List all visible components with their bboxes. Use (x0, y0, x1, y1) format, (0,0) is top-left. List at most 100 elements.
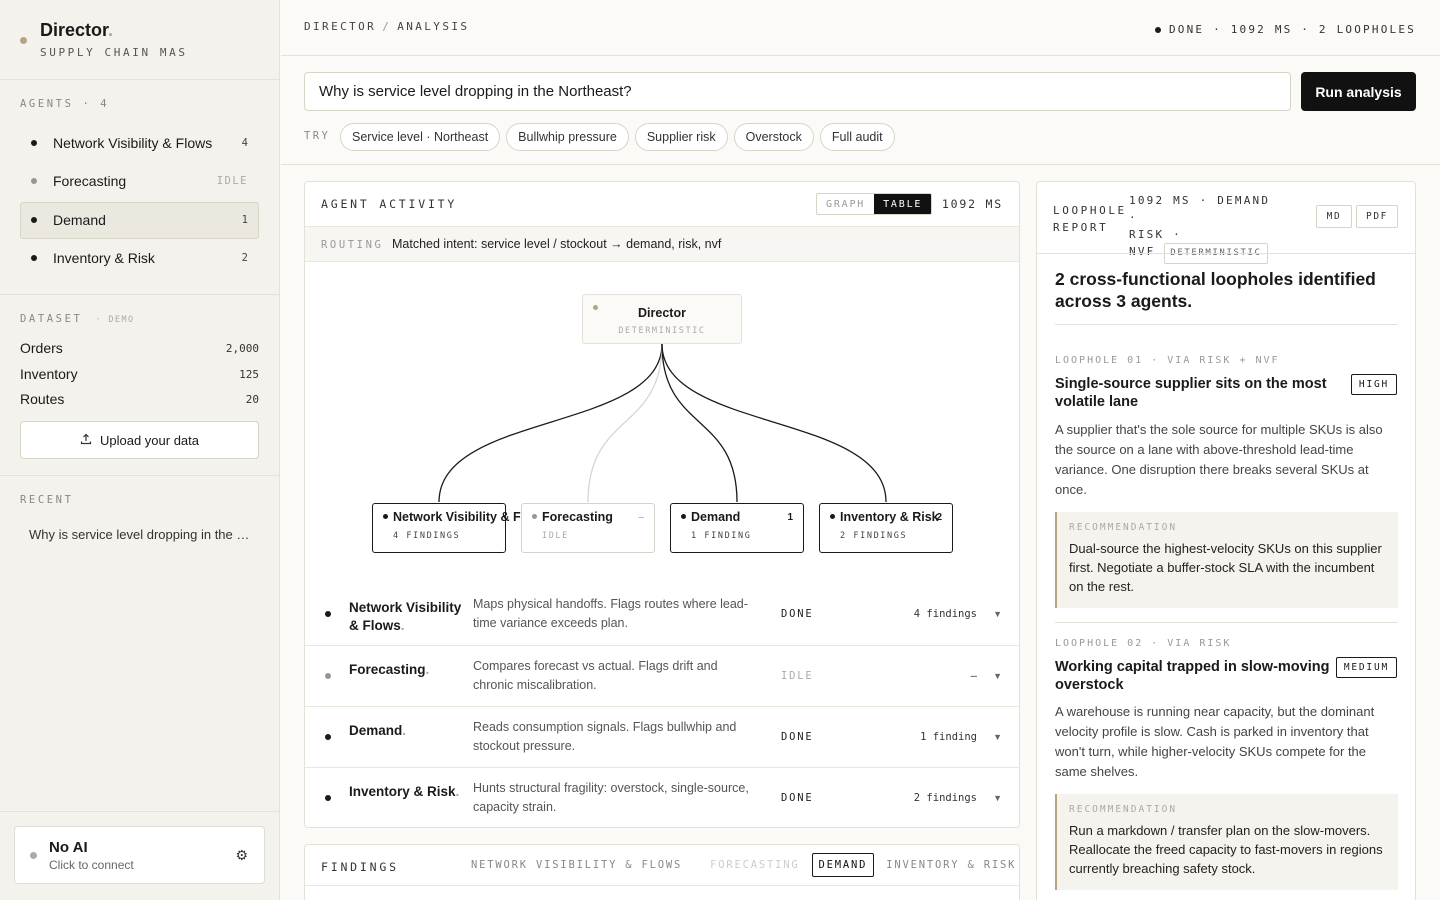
agent-findings: 4 findings (913, 608, 977, 620)
agent-status: DONE (781, 731, 814, 743)
gear-icon[interactable]: ⚙ (235, 847, 248, 864)
report-title: 2 cross-functional loopholes identified … (1055, 269, 1376, 311)
status-dot (325, 795, 331, 801)
loophole-heading: LOOPHOLE 02 · VIA RISK (1055, 638, 1232, 649)
recommendation-box: RECOMMENDATION Run a markdown / transfer… (1055, 794, 1398, 890)
chip-overstock[interactable]: Overstock (733, 123, 814, 151)
table-view-button[interactable]: TABLE (874, 194, 932, 214)
sidebar-agent-network[interactable]: Network Visibility & Flows 4 (20, 125, 259, 162)
status-dot (31, 255, 37, 261)
chevron-down-icon[interactable]: ▼ (993, 732, 1002, 742)
topbar: DIRECTOR / ANALYSIS DONE · 1092 MS · 2 LOO… (281, 0, 1440, 56)
chip-service-level[interactable]: Service level · Northeast (340, 123, 501, 151)
crumb-director[interactable]: DIRECTOR (304, 20, 376, 33)
dataset-label: DATASET · DEMO (20, 313, 135, 325)
node-count: – (638, 512, 644, 523)
agent-row-forecasting[interactable]: Forecasting. Compares forecast vs actual… (305, 645, 1019, 706)
chip-full-audit[interactable]: Full audit (819, 123, 895, 151)
node-title: Inventory & Risk (840, 510, 939, 524)
agent-description: Hunts structural fragility: overstock, s… (473, 781, 749, 814)
routing-label: ROUTING (321, 239, 384, 251)
sidebar: Director. SUPPLY CHAIN MAS AGENTS · 4 Ne… (0, 0, 280, 900)
loophole-title: Single-source supplier sits on the most … (1055, 376, 1327, 410)
agent-graph: Director DETERMINISTIC Network Visibilit… (305, 262, 1019, 582)
agent-name: Forecasting. (349, 662, 430, 677)
recommendation-text: Run a markdown / transfer plan on the sl… (1069, 823, 1383, 876)
graph-node-demand[interactable]: Demand 1 1 FINDING (670, 503, 804, 553)
recent-query-item[interactable]: Why is service level dropping in the Nor… (29, 527, 257, 542)
status-dot (383, 514, 388, 519)
export-md-button[interactable]: MD (1316, 205, 1352, 228)
agent-status: DONE (781, 792, 814, 804)
chip-bullwhip[interactable]: Bullwhip pressure (506, 123, 629, 151)
graph-node-inventory[interactable]: Inventory & Risk 2 2 FINDINGS (819, 503, 953, 553)
node-title: Director (638, 306, 686, 320)
divider (1037, 253, 1415, 254)
chip-supplier-risk[interactable]: Supplier risk (634, 123, 728, 151)
graph-node-forecasting[interactable]: Forecasting – IDLE (521, 503, 655, 553)
loophole-description: A warehouse is running near capacity, bu… (1055, 704, 1375, 779)
agent-findings: – (970, 670, 977, 682)
upload-label: Upload your data (99, 432, 199, 448)
agent-activity-card: AGENT ACTIVITY GRAPH TABLE 1092 MS ROUTI… (304, 181, 1020, 828)
agent-count: 4 (241, 137, 248, 149)
chevron-down-icon[interactable]: ▼ (993, 609, 1002, 619)
chevron-down-icon[interactable]: ▼ (993, 671, 1002, 681)
node-subtitle: 1 FINDING (691, 531, 752, 541)
main: DIRECTOR / ANALYSIS DONE · 1092 MS · 2 LOO… (281, 0, 1440, 900)
agent-count: 2 (241, 252, 248, 264)
status-dot (325, 611, 331, 617)
sidebar-agent-forecasting[interactable]: Forecasting IDLE (20, 163, 259, 200)
agent-row-inventory[interactable]: Inventory & Risk. Hunts structural fragi… (305, 767, 1019, 827)
chevron-down-icon[interactable]: ▼ (993, 793, 1002, 803)
divider (1055, 622, 1398, 623)
status-dot (325, 673, 331, 679)
graph-node-director[interactable]: Director DETERMINISTIC (582, 294, 742, 344)
divider (0, 811, 280, 812)
tab-demand[interactable]: DEMAND (811, 853, 875, 877)
tab-forecasting[interactable]: FORECASTING (704, 853, 805, 877)
graph-node-network[interactable]: Network Visibility & Flows 4 FINDINGS (372, 503, 548, 553)
agent-row-demand[interactable]: Demand. Reads consumption signals. Flags… (305, 706, 1019, 767)
ai-subtitle: Click to connect (49, 858, 134, 872)
recent-label: RECENT (20, 494, 74, 506)
run-analysis-button[interactable]: Run analysis (1301, 72, 1416, 111)
node-title: Forecasting (542, 510, 613, 524)
agent-count: 1 (241, 214, 248, 226)
dataset-row-routes: Routes 20 (20, 391, 259, 407)
dataset-row-orders: Orders 2,000 (20, 340, 259, 356)
sidebar-agent-inventory[interactable]: Inventory & Risk 2 (20, 240, 259, 277)
ai-connect-card[interactable]: No AI Click to connect ⚙ (14, 826, 265, 884)
ai-title: No AI (49, 839, 88, 856)
agent-label: Forecasting (53, 173, 127, 189)
graph-view-button[interactable]: GRAPH (817, 194, 874, 214)
export-pdf-button[interactable]: PDF (1356, 205, 1398, 228)
agent-row-network[interactable]: Network Visibility & Flows. Maps physica… (305, 584, 1019, 645)
sidebar-agent-demand[interactable]: Demand 1 (20, 202, 259, 239)
status-dot (325, 734, 331, 740)
upload-data-button[interactable]: Upload your data (20, 421, 259, 459)
agent-description: Maps physical handoffs. Flags routes whe… (473, 597, 748, 630)
divider (0, 475, 280, 476)
loophole-title: Working capital trapped in slow-moving o… (1055, 659, 1330, 693)
node-count: 1 (787, 512, 793, 523)
agent-findings: 1 finding (920, 731, 977, 743)
agent-status: IDLE (781, 670, 814, 682)
try-label: TRY (304, 130, 331, 142)
loophole-report-card: LOOPHOLE REPORT 1092 MS · DEMAND · RISK ·… (1036, 181, 1416, 900)
agent-name: Inventory & Risk. (349, 784, 460, 799)
agent-status: DONE (781, 608, 814, 620)
tab-network[interactable]: NETWORK VISIBILITY & FLOWS (465, 853, 688, 877)
status-dot (830, 514, 835, 519)
card-title: FINDINGS (321, 860, 399, 874)
agent-label: Network Visibility & Flows (53, 135, 213, 151)
status-dot (31, 217, 37, 223)
tab-inventory[interactable]: INVENTORY & RISK (880, 853, 1019, 877)
crumb-analysis: ANALYSIS (397, 20, 470, 33)
agent-label: Demand (53, 212, 106, 228)
routing-bar: ROUTING Matched intent: service level / … (305, 226, 1019, 262)
query-input[interactable]: Why is service level dropping in the Nor… (304, 72, 1291, 111)
findings-tabs: NETWORK VISIBILITY & FLOWS FORECASTING D… (465, 853, 1019, 877)
node-subtitle: 4 FINDINGS (393, 531, 461, 541)
node-subtitle: IDLE (542, 531, 569, 541)
